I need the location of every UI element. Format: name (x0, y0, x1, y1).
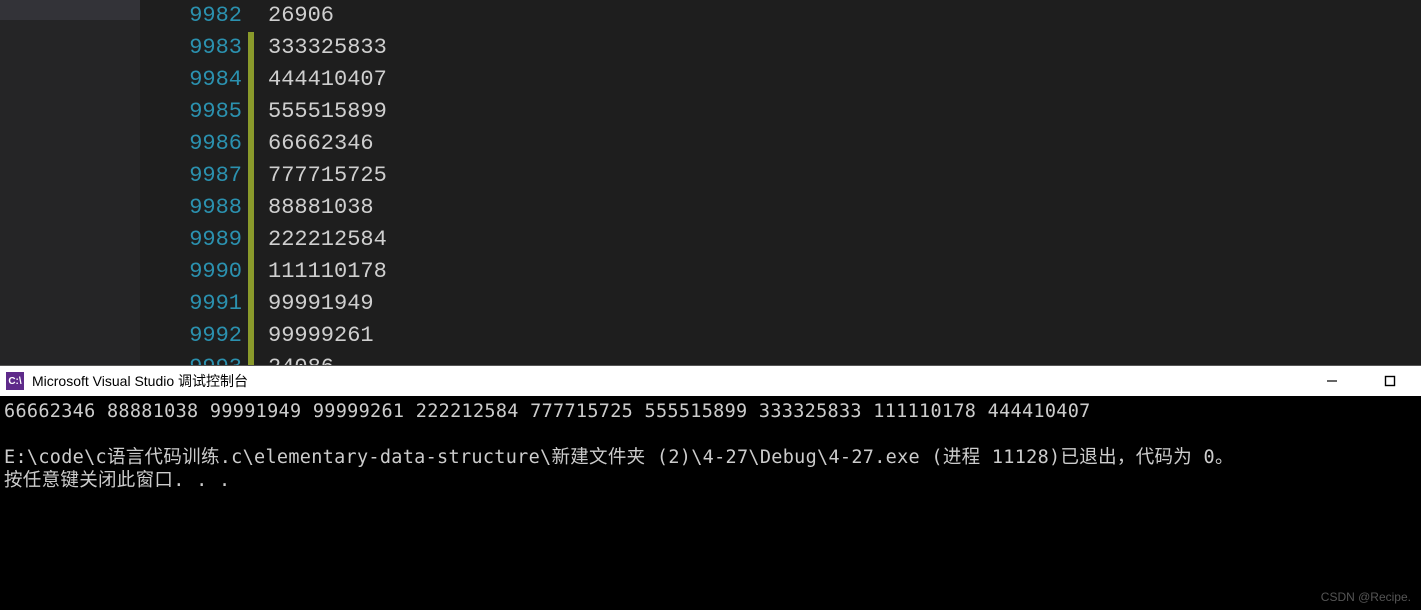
code-line[interactable]: 9983333325833 (140, 32, 1421, 64)
code-text: 26906 (254, 0, 334, 32)
line-number: 9985 (140, 96, 248, 128)
line-number: 9987 (140, 160, 248, 192)
line-number: 9982 (140, 0, 248, 32)
line-number: 9991 (140, 288, 248, 320)
line-number: 9984 (140, 64, 248, 96)
code-text: 444410407 (254, 64, 387, 96)
line-number: 9983 (140, 32, 248, 64)
code-text: 333325833 (254, 32, 387, 64)
side-panel (0, 0, 140, 365)
vs-console-icon: C:\ (6, 372, 24, 390)
code-text: 777715725 (254, 160, 387, 192)
editor-area: 9982269069983333325833998444441040799855… (0, 0, 1421, 365)
console-title: Microsoft Visual Studio 调试控制台 (32, 371, 1317, 391)
minimize-icon (1326, 375, 1338, 387)
line-number: 9989 (140, 224, 248, 256)
code-line[interactable]: 9985555515899 (140, 96, 1421, 128)
code-text: 111110178 (254, 256, 387, 288)
line-number: 9990 (140, 256, 248, 288)
line-number: 9992 (140, 320, 248, 352)
workspace: 9982269069983333325833998444441040799855… (0, 0, 1421, 610)
code-line[interactable]: 998888881038 (140, 192, 1421, 224)
code-text: 66662346 (254, 128, 374, 160)
line-number: 9986 (140, 128, 248, 160)
debug-console-window: C:\ Microsoft Visual Studio 调试控制台 666623… (0, 365, 1421, 610)
code-line[interactable]: 9993 24086 (140, 352, 1421, 365)
minimize-button[interactable] (1317, 371, 1347, 391)
line-number: 9993 (140, 352, 248, 365)
maximize-button[interactable] (1375, 371, 1405, 391)
code-line[interactable]: 998666662346 (140, 128, 1421, 160)
watermark: CSDN @Recipe. (1321, 590, 1411, 604)
code-text: 88881038 (254, 192, 374, 224)
console-prompt-line: 按任意键关闭此窗口. . . (4, 470, 230, 491)
line-number: 9988 (140, 192, 248, 224)
code-line[interactable]: 9990111110178 (140, 256, 1421, 288)
code-text: 99991949 (254, 288, 374, 320)
code-panel[interactable]: 9982269069983333325833998444441040799855… (140, 0, 1421, 365)
window-controls (1317, 371, 1415, 391)
side-panel-header (0, 0, 140, 20)
code-line[interactable]: 999299999261 (140, 320, 1421, 352)
code-line[interactable]: 9987777715725 (140, 160, 1421, 192)
console-output-line: 66662346 88881038 99991949 99999261 2222… (4, 401, 1091, 422)
console-output[interactable]: 66662346 88881038 99991949 99999261 2222… (0, 396, 1421, 610)
code-text: 555515899 (254, 96, 387, 128)
code-line[interactable]: 9984444410407 (140, 64, 1421, 96)
code-text: 99999261 (254, 320, 374, 352)
code-line[interactable]: 9989222212584 (140, 224, 1421, 256)
console-path-line: E:\code\c语言代码训练.c\elementary-data-struct… (4, 447, 1234, 468)
code-text: 24086 (254, 352, 334, 365)
code-line[interactable]: 998226906 (140, 0, 1421, 32)
console-titlebar[interactable]: C:\ Microsoft Visual Studio 调试控制台 (0, 366, 1421, 396)
code-text: 222212584 (254, 224, 387, 256)
maximize-icon (1384, 375, 1396, 387)
code-line[interactable]: 999199991949 (140, 288, 1421, 320)
